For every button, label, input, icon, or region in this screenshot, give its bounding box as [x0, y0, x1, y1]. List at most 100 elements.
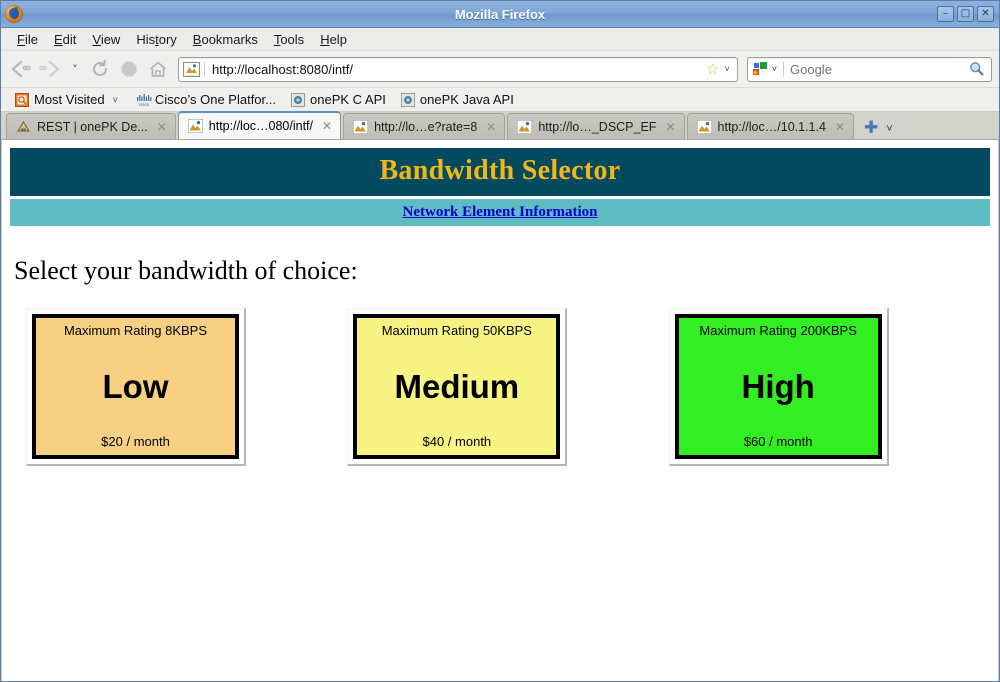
bandwidth-card-medium-inner[interactable]: Maximum Rating 50KBPS Medium $40 / month	[353, 314, 561, 459]
list-all-tabs-icon[interactable]: ˅	[884, 123, 900, 139]
page-banner: Bandwidth Selector	[10, 148, 990, 196]
bandwidth-options: Maximum Rating 8KBPS Low $20 / month Max…	[10, 308, 990, 466]
tab-close-icon[interactable]: ✕	[154, 120, 167, 134]
tab-favicon-icon	[516, 119, 533, 134]
page-content: Bandwidth Selector Network Element Infor…	[2, 140, 998, 466]
home-icon[interactable]	[145, 56, 171, 82]
forward-icon[interactable]	[37, 56, 63, 82]
navigation-toolbar: ˅ http://localhost:8080/intf/ ☆ ˅ ˅	[1, 51, 999, 88]
menu-view-post: iew	[100, 31, 121, 47]
card-slot-medium: Maximum Rating 50KBPS Medium $40 / month	[347, 308, 668, 466]
menu-edit-key: E	[53, 31, 63, 47]
search-go-icon[interactable]	[966, 61, 987, 78]
tab-close-icon[interactable]: ✕	[483, 120, 496, 134]
card-rating-high: Maximum Rating 200KBPS	[699, 323, 857, 338]
back-icon[interactable]	[8, 56, 34, 82]
url-dropdown-icon[interactable]: ˅	[721, 64, 732, 74]
minimize-button[interactable]: –	[937, 6, 954, 22]
bookmarks-toolbar: Most Visited ˅ cisco Cisco’s One Platfor…	[1, 88, 999, 112]
bookmark-onepk-java-api[interactable]: onePK Java API	[395, 91, 520, 108]
window-titlebar: Mozilla Firefox – □ ✕	[1, 1, 999, 28]
bookmark-most-visited-label: Most Visited	[34, 92, 105, 107]
menu-file-post: ile	[24, 31, 38, 47]
menu-bookmarks[interactable]: Bookmarks	[185, 30, 266, 49]
most-visited-caret-icon[interactable]: ˅	[110, 95, 121, 105]
bookmark-cisco-one-platform[interactable]: cisco Cisco’s One Platfor...	[130, 91, 282, 108]
menu-history-post: ory	[158, 31, 177, 47]
menu-tools-post: ools	[280, 31, 305, 47]
menu-bookmarks-post: ookmarks	[201, 31, 258, 47]
tab-label: REST | onePK De...	[37, 119, 148, 134]
google-icon[interactable]	[751, 61, 769, 77]
tab-10-1-1-4[interactable]: http://loc…/10.1.1.4 ✕	[686, 113, 854, 139]
bandwidth-card-medium[interactable]: Maximum Rating 50KBPS Medium $40 / month	[347, 308, 568, 466]
bookmark-most-visited[interactable]: Most Visited ˅	[9, 91, 127, 108]
tab-favicon-icon	[352, 119, 369, 134]
tab-favicon-icon	[696, 119, 713, 134]
onepk-java-api-icon	[400, 92, 415, 107]
tab-localhost-intf[interactable]: http://loc…080/intf/ ✕	[177, 111, 342, 139]
menu-history[interactable]: History	[128, 30, 184, 49]
menu-history-pre: His	[136, 31, 156, 47]
search-engine-dropdown-icon[interactable]: ˅	[769, 64, 780, 74]
url-text[interactable]: http://localhost:8080/intf/	[204, 61, 704, 77]
maximize-button[interactable]: □	[957, 6, 974, 22]
window-title: Mozilla Firefox	[454, 6, 546, 22]
most-visited-icon	[15, 92, 29, 107]
menu-help[interactable]: Help	[312, 30, 355, 49]
menu-view[interactable]: View	[84, 30, 128, 49]
search-input[interactable]	[783, 61, 966, 77]
menu-file[interactable]: File	[9, 30, 46, 49]
bookmark-onepk-java-label: onePK Java API	[419, 92, 514, 107]
selection-prompt: Select your bandwidth of choice:	[14, 256, 358, 285]
bookmark-onepk-c-label: onePK C API	[310, 92, 386, 107]
close-button[interactable]: ✕	[977, 6, 994, 22]
menu-bar: File Edit View History Bookmarks Tools H…	[1, 28, 999, 51]
tab-close-icon[interactable]: ✕	[662, 120, 675, 134]
bandwidth-card-high-inner[interactable]: Maximum Rating 200KBPS High $60 / month	[674, 314, 882, 459]
card-rating-medium: Maximum Rating 50KBPS	[381, 323, 532, 338]
tab-rate-8[interactable]: http://lo…e?rate=8 ✕	[343, 113, 506, 139]
card-name-low: Low	[102, 367, 169, 405]
tab-favicon-icon	[16, 120, 31, 134]
menu-help-post: elp	[329, 31, 347, 47]
card-name-medium: Medium	[394, 367, 520, 405]
card-rating-low: Maximum Rating 8KBPS	[63, 323, 208, 338]
window-controls: – □ ✕	[937, 6, 994, 22]
bookmark-star-icon[interactable]: ☆	[704, 60, 721, 78]
tab-rest-onepk-dev[interactable]: REST | onePK De... ✕	[6, 113, 176, 139]
page-favicon-icon	[183, 61, 200, 77]
url-bar[interactable]: http://localhost:8080/intf/ ☆ ˅	[178, 56, 738, 82]
menu-edit[interactable]: Edit	[46, 30, 84, 49]
reload-icon[interactable]	[87, 56, 113, 82]
menu-tools[interactable]: Tools	[266, 30, 312, 49]
tab-dscp-ef[interactable]: http://lo…_DSCP_EF ✕	[507, 113, 685, 139]
card-price-low: $20 / month	[101, 434, 170, 449]
network-element-information-link[interactable]: Network Element Information	[403, 204, 598, 220]
sub-banner: Network Element Information	[10, 199, 990, 226]
stop-icon[interactable]	[116, 56, 142, 82]
onepk-c-api-icon	[291, 92, 305, 107]
card-price-high: $60 / month	[743, 434, 813, 449]
cisco-icon: cisco	[136, 93, 152, 107]
card-price-medium: $40 / month	[422, 434, 492, 449]
menu-edit-post: dit	[62, 31, 77, 47]
tab-label: http://loc…080/intf/	[208, 119, 314, 133]
new-tab-button[interactable]: ✚	[856, 120, 884, 139]
tab-close-icon[interactable]: ✕	[832, 120, 845, 134]
svg-text:cisco: cisco	[139, 102, 150, 107]
tab-close-icon[interactable]: ✕	[319, 119, 332, 133]
menu-file-key: F	[17, 31, 25, 47]
tab-favicon-icon	[187, 118, 204, 134]
bookmark-onepk-c-api[interactable]: onePK C API	[285, 91, 392, 108]
bandwidth-card-high[interactable]: Maximum Rating 200KBPS High $60 / month	[668, 308, 889, 466]
tab-label: http://loc…/10.1.1.4	[717, 119, 826, 134]
history-dropmarker-icon[interactable]: ˅	[66, 56, 84, 82]
card-slot-high: Maximum Rating 200KBPS High $60 / month	[668, 308, 990, 466]
bandwidth-card-low-inner[interactable]: Maximum Rating 8KBPS Low $20 / month	[32, 314, 239, 459]
search-bar[interactable]: ˅	[746, 56, 992, 82]
bandwidth-card-low[interactable]: Maximum Rating 8KBPS Low $20 / month	[26, 308, 246, 466]
firefox-window: Mozilla Firefox – □ ✕ File Edit View His…	[0, 0, 1000, 682]
tab-label: http://lo…_DSCP_EF	[538, 119, 657, 134]
bookmark-cisco-label: Cisco’s One Platfor...	[154, 92, 276, 107]
